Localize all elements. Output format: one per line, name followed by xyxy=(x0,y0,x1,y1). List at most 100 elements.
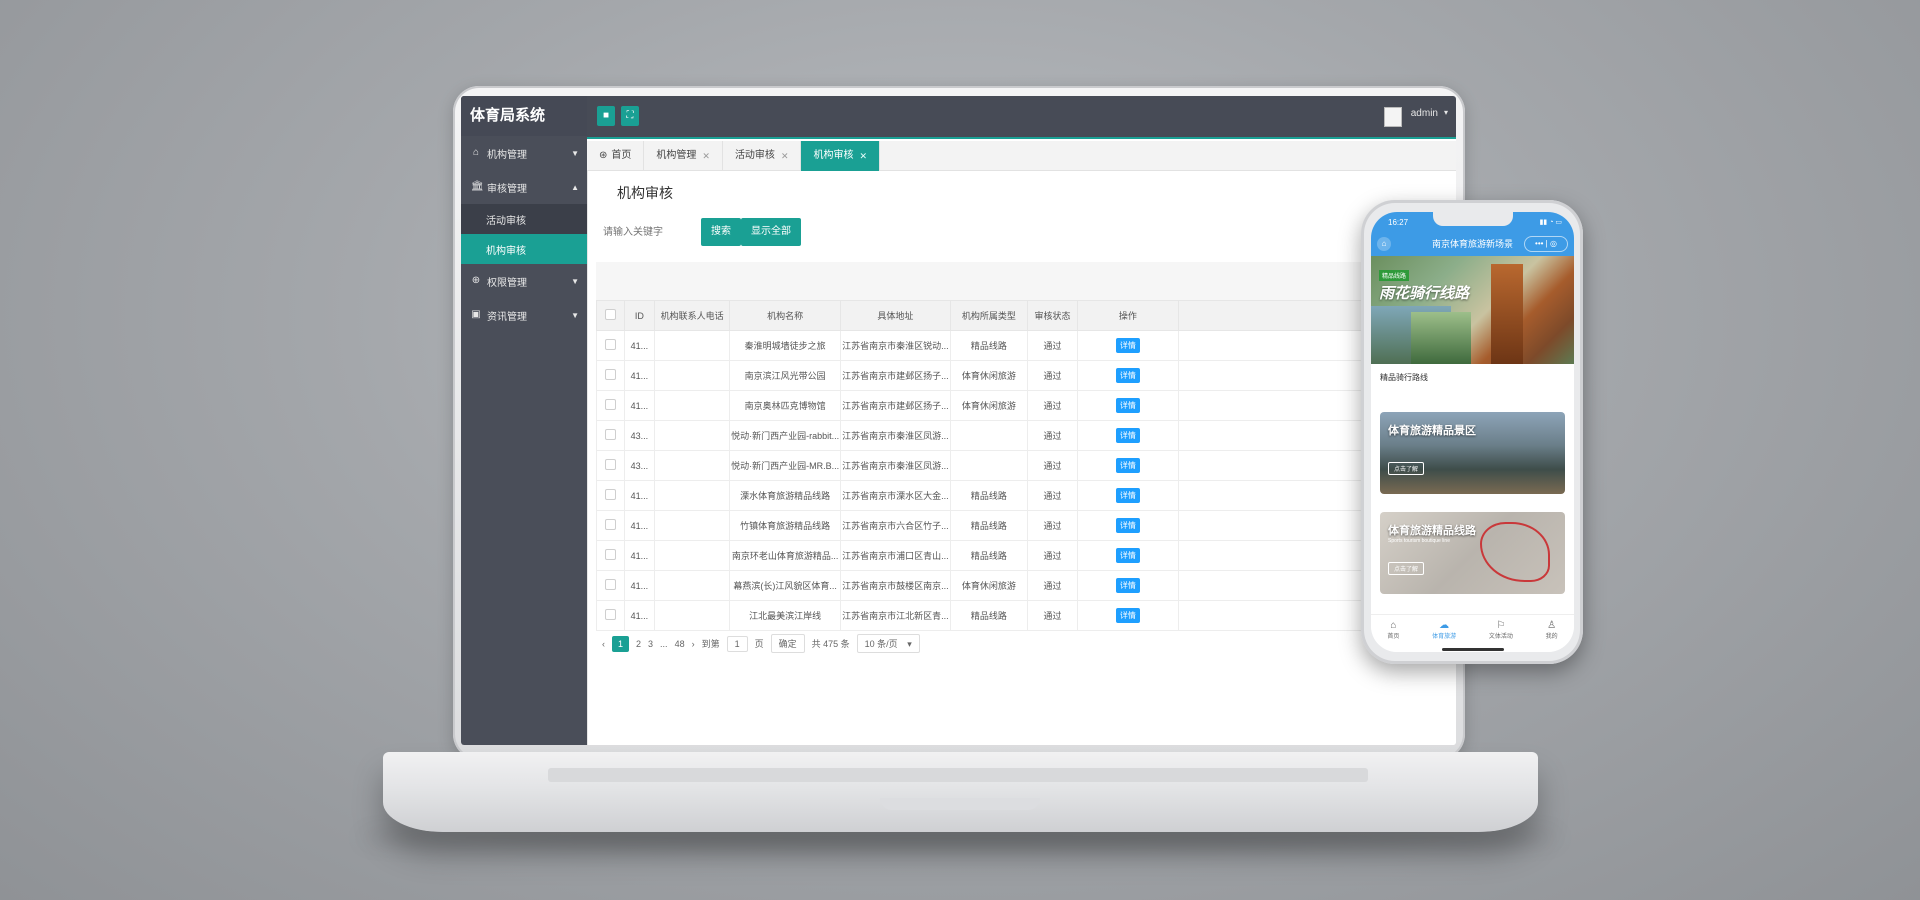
tab-org-review[interactable]: 机构审核 ✕ xyxy=(801,141,881,171)
table-cell-status: 通过 xyxy=(1026,600,1079,631)
row-checkbox[interactable] xyxy=(596,450,625,481)
table-cell-address: 江苏省南京市秦淮区锐动... xyxy=(840,330,951,361)
page-2[interactable]: 2 xyxy=(636,639,641,649)
table-cell-action: 详情 xyxy=(1077,330,1179,361)
detail-button[interactable]: 详情 xyxy=(1115,488,1140,503)
caret-down-icon[interactable]: ▾ xyxy=(1444,108,1448,117)
show-all-button[interactable]: 显示全部 xyxy=(741,218,801,246)
detail-button[interactable]: 详情 xyxy=(1115,548,1140,563)
table-cell-address: 江苏省南京市江北新区青... xyxy=(840,600,951,631)
table-cell-action: 详情 xyxy=(1077,540,1179,571)
sidebar-item-news-management[interactable]: ▣ 资讯管理 ▼ xyxy=(461,298,587,332)
prev-page-icon[interactable]: ‹ xyxy=(602,639,605,649)
banner-title: 雨花骑行线路 xyxy=(1379,285,1470,302)
detail-button[interactable]: 详情 xyxy=(1115,428,1140,443)
row-checkbox[interactable] xyxy=(596,390,625,421)
row-checkbox[interactable] xyxy=(596,600,625,631)
tab-home[interactable]: ⊛ 首页 xyxy=(587,141,645,171)
select-all-checkbox[interactable] xyxy=(596,300,625,331)
sidebar: 体育局系统 ⌂ 机构管理 ▼ 🏛 审核管理 ▲ 活动审核 机构审核 ⊕ 权限管理… xyxy=(461,96,587,745)
phone-tab-home[interactable]: ⌂ 首页 xyxy=(1387,615,1399,652)
tab-label: 体育旅游 xyxy=(1432,634,1457,640)
table-cell-name: 江北最美滨江岸线 xyxy=(729,600,842,631)
table-cell-id: 41... xyxy=(623,390,656,421)
detail-button[interactable]: 详情 xyxy=(1115,608,1140,623)
status-time: 16:27 xyxy=(1388,218,1409,227)
sidebar-item-review-management[interactable]: 🏛 审核管理 ▲ xyxy=(461,170,587,204)
row-checkbox[interactable] xyxy=(596,570,625,601)
bank-icon: 🏛 xyxy=(471,181,484,192)
table-cell-type: 精品线路 xyxy=(949,330,1029,361)
phone-tab-activities[interactable]: ⚐ 文体活动 xyxy=(1489,615,1513,652)
card-learn-more-button[interactable]: 点击了解 xyxy=(1388,462,1425,475)
table-cell-action: 详情 xyxy=(1077,390,1179,421)
row-checkbox[interactable] xyxy=(596,480,625,511)
next-page-icon[interactable]: › xyxy=(692,639,695,649)
banner-tag: 精品线路 xyxy=(1379,270,1410,281)
page-unit: 页 xyxy=(754,639,764,649)
table-cell-name: 秦淮明城墙徒步之旅 xyxy=(729,330,842,361)
sidebar-subitem-activity-review[interactable]: 活动审核 xyxy=(461,204,587,234)
goto-page-input[interactable]: 1 xyxy=(726,635,748,652)
table-cell-address: 江苏省南京市溧水区大金... xyxy=(840,480,951,511)
close-icon[interactable]: ✕ xyxy=(859,141,867,171)
avatar[interactable] xyxy=(1384,107,1402,127)
home-icon[interactable]: ⌂ xyxy=(1377,237,1391,251)
detail-button[interactable]: 详情 xyxy=(1115,368,1140,383)
table-cell-phone xyxy=(654,570,731,601)
phone-tab-bar: ⌂ 首页 ☁ 体育旅游 ⚐ 文体活动 ♙ 我的 xyxy=(1371,614,1574,652)
table-body: 41... 秦淮明城墙徒步之旅 江苏省南京市秦淮区锐动... 精品线路 通过 详情 41..… xyxy=(596,330,1387,631)
detail-button[interactable]: 详情 xyxy=(1115,518,1140,533)
phone-banner[interactable]: 精品线路 雨花骑行线路 xyxy=(1371,256,1574,364)
row-checkbox[interactable] xyxy=(596,330,625,361)
detail-button[interactable]: 详情 xyxy=(1115,338,1140,353)
page-1[interactable]: 1 xyxy=(612,635,630,652)
table-cell-phone xyxy=(654,510,731,541)
close-icon[interactable]: ✕ xyxy=(781,141,789,171)
page-3[interactable]: 3 xyxy=(648,639,653,649)
sidebar-subitem-org-review[interactable]: 机构审核 xyxy=(461,234,587,264)
page-last[interactable]: 48 xyxy=(675,639,685,649)
detail-button[interactable]: 详情 xyxy=(1115,578,1140,593)
tab-org-management[interactable]: 机构管理 ✕ xyxy=(644,141,723,171)
sidebar-item-permission-management[interactable]: ⊕ 权限管理 ▼ xyxy=(461,264,587,298)
tab-activity-review[interactable]: 活动审核 ✕ xyxy=(723,141,802,171)
page-ellipsis: ... xyxy=(660,638,668,649)
goto-confirm-button[interactable]: 确定 xyxy=(770,634,805,653)
detail-button[interactable]: 详情 xyxy=(1115,458,1140,473)
phone-tab-sports-tourism[interactable]: ☁ 体育旅游 xyxy=(1432,615,1456,652)
row-checkbox[interactable] xyxy=(596,360,625,391)
table-cell-type: 精品线路 xyxy=(949,540,1029,571)
sidebar-item-org-management[interactable]: ⌂ 机构管理 ▼ xyxy=(461,136,587,170)
table-row: 41... 南京环老山体育旅游精品... 江苏省南京市浦口区青山... 精品线路 通过 详… xyxy=(596,540,1387,571)
route-card[interactable]: 体育旅游精品线路 Sports tourism boutique line 点击… xyxy=(1380,512,1565,594)
search-input[interactable] xyxy=(601,219,701,245)
run-icon: ⚐ xyxy=(1496,620,1506,631)
signal-battery-icon: ▮▮ ◔ ▭ xyxy=(1539,219,1562,226)
table-cell-phone xyxy=(654,480,731,511)
fullscreen-button[interactable]: ⛶ xyxy=(621,106,639,126)
detail-button[interactable]: 详情 xyxy=(1115,398,1140,413)
search-button[interactable]: 搜索 xyxy=(701,218,741,246)
table-row: 41... 南京奥林匹克博物馆 江苏省南京市建邺区扬子... 体育休闲旅游 通过 详情 xyxy=(596,390,1387,421)
table-cell-filler xyxy=(1177,330,1387,361)
phone-home-indicator xyxy=(1442,648,1504,651)
table-cell-type: 体育休闲旅游 xyxy=(949,360,1029,391)
swim-icon: ☁ xyxy=(1439,620,1450,631)
row-checkbox[interactable] xyxy=(596,540,625,571)
column-header: 审核状态 xyxy=(1026,300,1079,331)
scenic-area-card[interactable]: 体育旅游精品景区 点击了解 xyxy=(1380,412,1565,494)
chevron-down-icon: ▼ xyxy=(571,276,579,286)
table-cell-id: 41... xyxy=(623,600,656,631)
capsule-menu-button[interactable]: ••• | ◎ xyxy=(1524,236,1568,252)
phone-status-bar: 16:27 ▮▮ ◔ ▭ xyxy=(1371,212,1574,232)
row-checkbox[interactable] xyxy=(596,510,625,541)
table-cell-phone xyxy=(654,330,731,361)
page-size-select[interactable]: 10 条/页 ▾ xyxy=(856,634,920,653)
sidebar-toggle-button[interactable]: ■ xyxy=(597,106,615,126)
close-icon[interactable]: ✕ xyxy=(702,141,710,171)
row-checkbox[interactable] xyxy=(596,420,625,451)
phone-tab-mine[interactable]: ♙ 我的 xyxy=(1546,615,1558,652)
card-learn-more-button[interactable]: 点击了解 xyxy=(1388,562,1425,575)
user-name[interactable]: admin xyxy=(1411,108,1438,119)
